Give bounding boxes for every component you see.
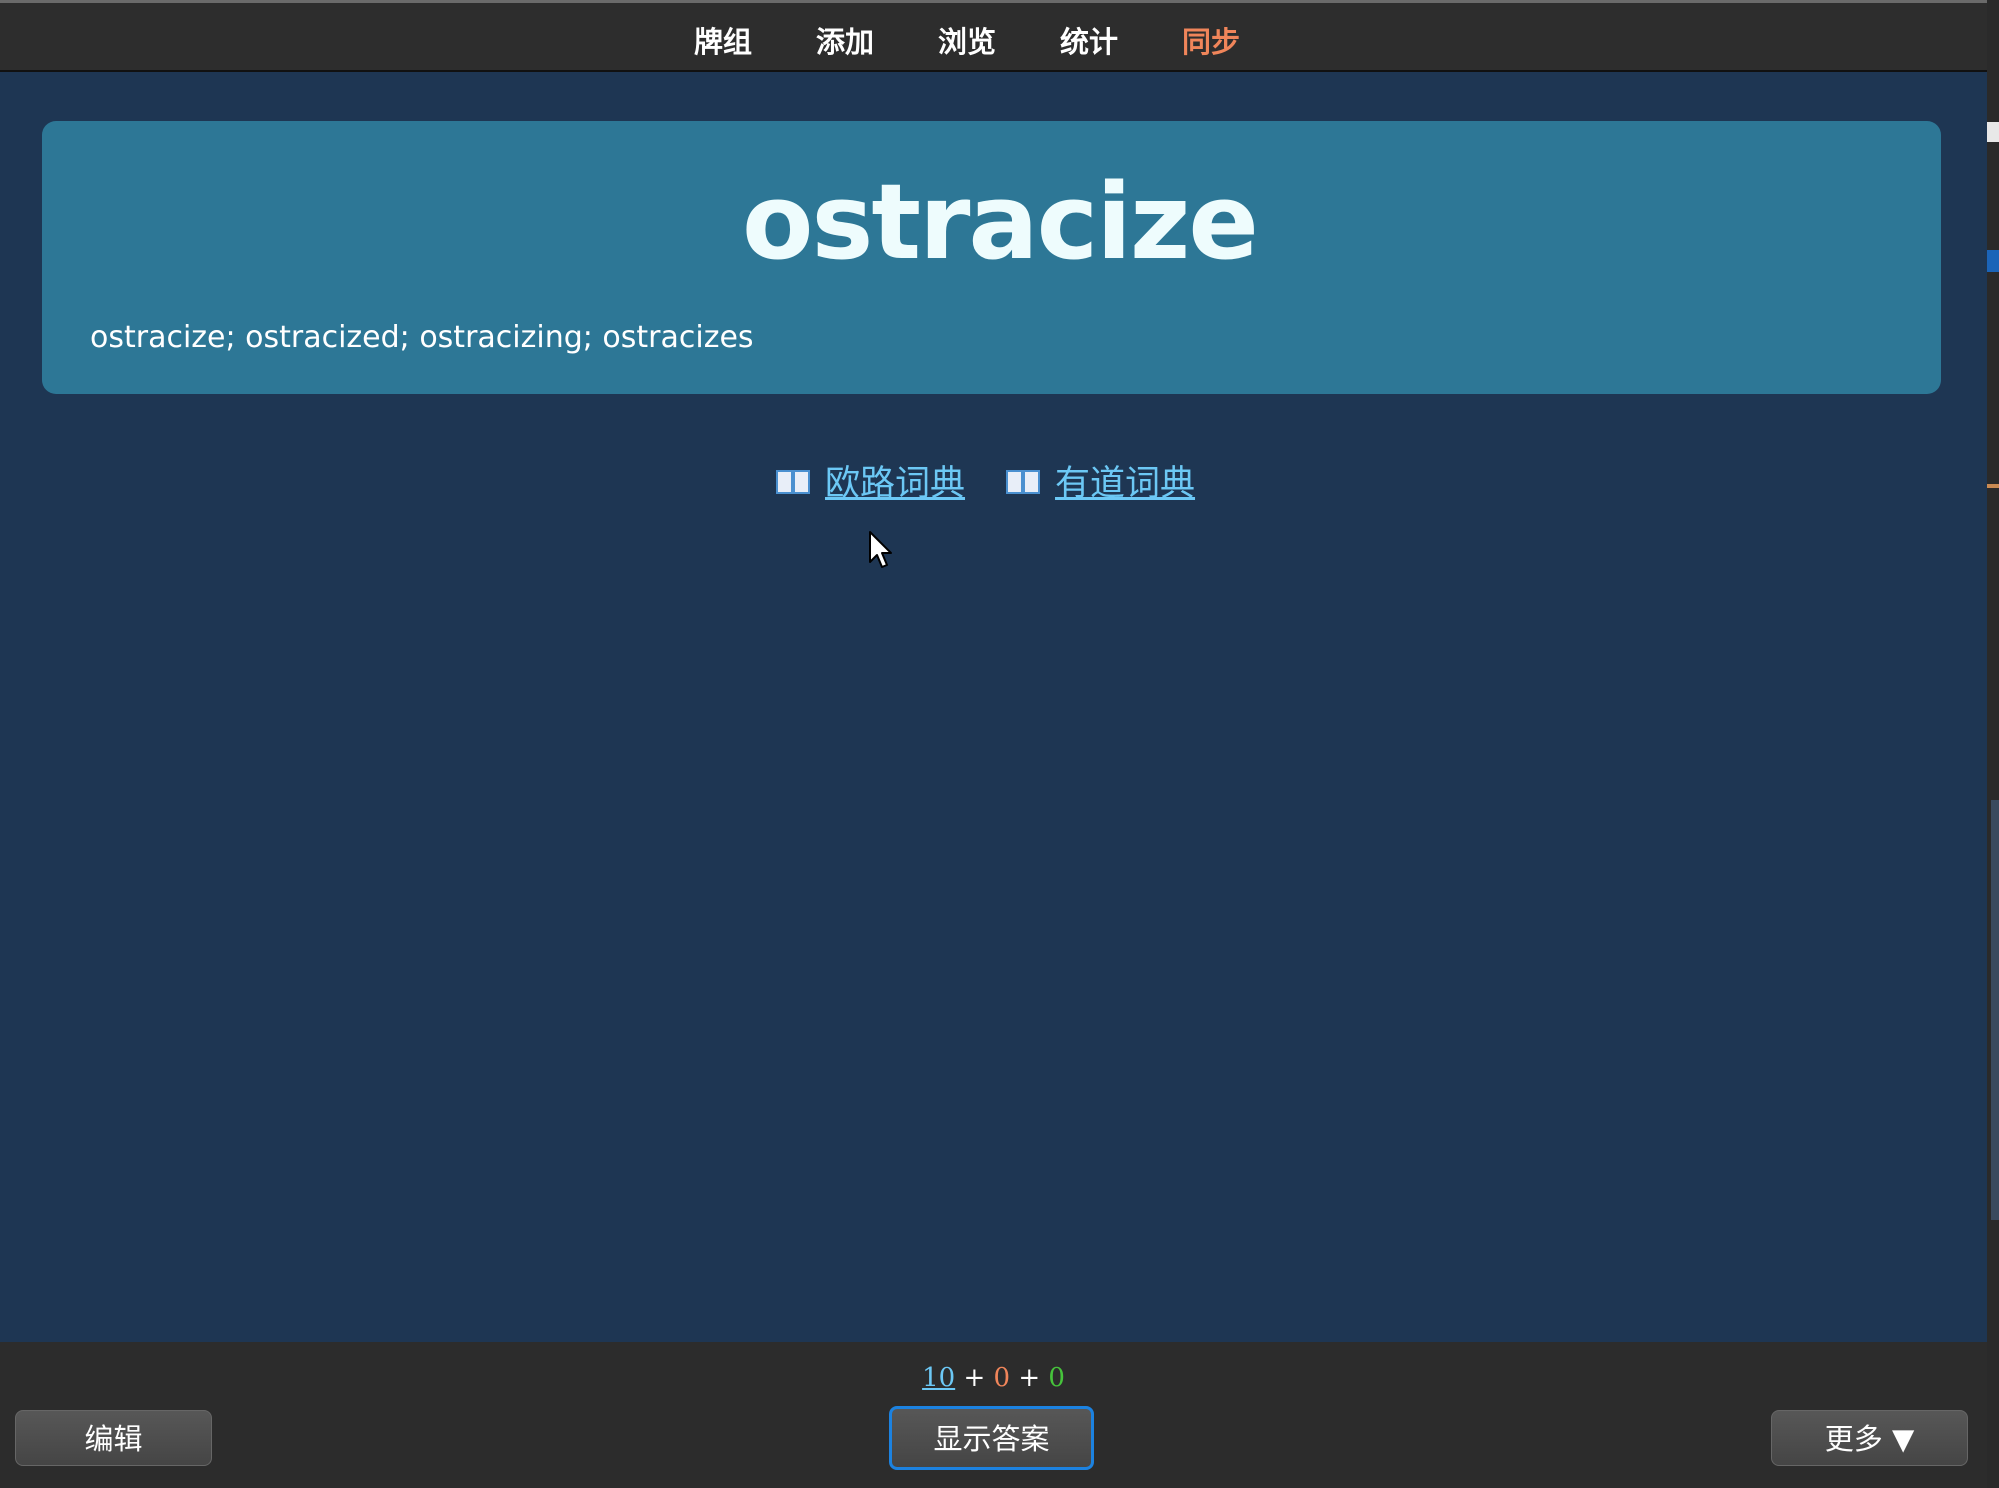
review-window: 牌组 添加 浏览 统计 同步 ostracize ostracize; ostr… (0, 0, 1999, 1488)
nav-sync[interactable]: 同步 (1182, 22, 1304, 62)
more-button[interactable]: 更多 ▼ (1771, 1410, 1968, 1466)
show-answer-button[interactable]: 显示答案 (889, 1406, 1094, 1470)
nav-browse[interactable]: 浏览 (938, 22, 1060, 62)
book-icon (1006, 469, 1041, 494)
book-icon (776, 469, 810, 494)
card-word: ostracize (742, 161, 1259, 283)
adjacent-window-edge (1987, 0, 1999, 1488)
eudic-link-label[interactable]: 欧路词典 (825, 455, 965, 506)
mouse-pointer-icon (869, 531, 892, 568)
count-separator: + (963, 1363, 986, 1393)
count-separator: + (1018, 1363, 1041, 1393)
nav-stats[interactable]: 统计 (1060, 22, 1182, 62)
card-word-forms: ostracize; ostracized; ostracizing; ostr… (90, 320, 754, 355)
new-count: 10 (922, 1363, 956, 1393)
nav-decks[interactable]: 牌组 (694, 22, 816, 62)
youdao-link[interactable]: 有道词典 (1005, 455, 1195, 506)
edit-button[interactable]: 编辑 (15, 1410, 212, 1466)
learning-count: 0 (993, 1363, 1011, 1393)
dictionary-links: 欧路词典 有道词典 (775, 455, 1195, 506)
review-count: 0 (1048, 1363, 1065, 1393)
due-counts: 10 + 0 + 0 (0, 1363, 1987, 1393)
youdao-link-label[interactable]: 有道词典 (1055, 455, 1195, 506)
main-nav: 牌组 添加 浏览 统计 同步 (694, 22, 1304, 62)
top-nav-bar: 牌组 添加 浏览 统计 同步 (0, 0, 1999, 72)
eudic-link[interactable]: 欧路词典 (775, 455, 965, 506)
nav-add[interactable]: 添加 (816, 22, 938, 62)
